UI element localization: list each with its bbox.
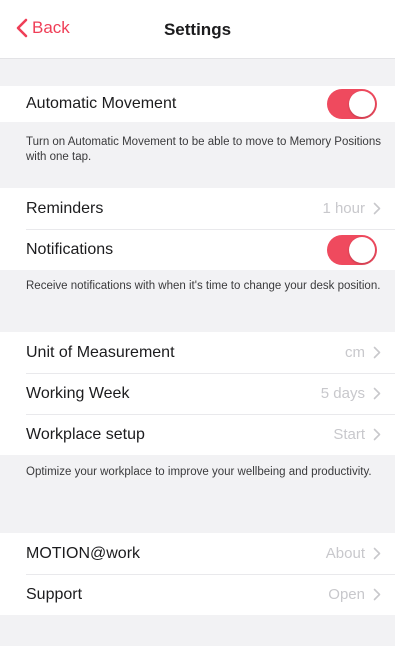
motion-at-work-value: About: [325, 545, 365, 562]
unit-of-measurement-value: cm: [345, 344, 365, 361]
motion-at-work-label: MOTION@work: [26, 544, 141, 562]
alerts-group: Reminders 1 hour Notifications: [0, 188, 395, 270]
reminders-value: 1 hour: [322, 200, 365, 217]
toggle-knob: [349, 91, 375, 117]
movement-group: Automatic Movement: [0, 86, 395, 122]
reminders-row[interactable]: Reminders 1 hour: [0, 188, 395, 229]
chevron-right-icon: [373, 428, 381, 441]
chevron-right-icon: [373, 346, 381, 359]
support-value: Open: [328, 586, 365, 603]
workplace-setup-label: Workplace setup: [26, 425, 145, 443]
page-title: Settings: [163, 20, 232, 39]
navigation-bar: Back Settings: [0, 0, 395, 59]
chevron-right-icon: [373, 202, 381, 215]
support-label: Support: [26, 585, 83, 603]
about-group: MOTION@work About Support Open: [0, 533, 395, 615]
automatic-movement-label: Automatic Movement: [26, 95, 177, 112]
chevron-right-icon: [373, 547, 381, 560]
reminders-label: Reminders: [26, 199, 104, 217]
notifications-label: Notifications: [26, 240, 114, 258]
working-week-value: 5 days: [320, 385, 365, 402]
preferences-group: Unit of Measurement cm Working Week 5 da…: [0, 332, 395, 455]
chevron-right-icon: [373, 588, 381, 601]
working-week-row[interactable]: Working Week 5 days: [0, 373, 395, 414]
support-row[interactable]: Support Open: [0, 574, 395, 615]
chevron-right-icon: [373, 387, 381, 400]
unit-of-measurement-row[interactable]: Unit of Measurement cm: [0, 332, 395, 373]
notifications-toggle[interactable]: [327, 234, 377, 265]
unit-of-measurement-label: Unit of Measurement: [26, 343, 175, 361]
automatic-movement-toggle[interactable]: [327, 89, 377, 119]
workplace-setup-row[interactable]: Workplace setup Start: [0, 414, 395, 455]
motion-at-work-row[interactable]: MOTION@work About: [0, 533, 395, 574]
notifications-row: Notifications: [0, 229, 395, 270]
working-week-label: Working Week: [26, 384, 130, 402]
workplace-footer: Optimize your workplace to improve your …: [26, 466, 372, 478]
workplace-setup-value: Start: [333, 426, 365, 443]
toggle-knob: [349, 236, 375, 263]
automatic-movement-row: Automatic Movement: [0, 86, 395, 122]
movement-footer: Turn on Automatic Movement to be able to…: [26, 136, 381, 163]
notifications-footer: Receive notifications with when it's tim…: [26, 280, 381, 292]
